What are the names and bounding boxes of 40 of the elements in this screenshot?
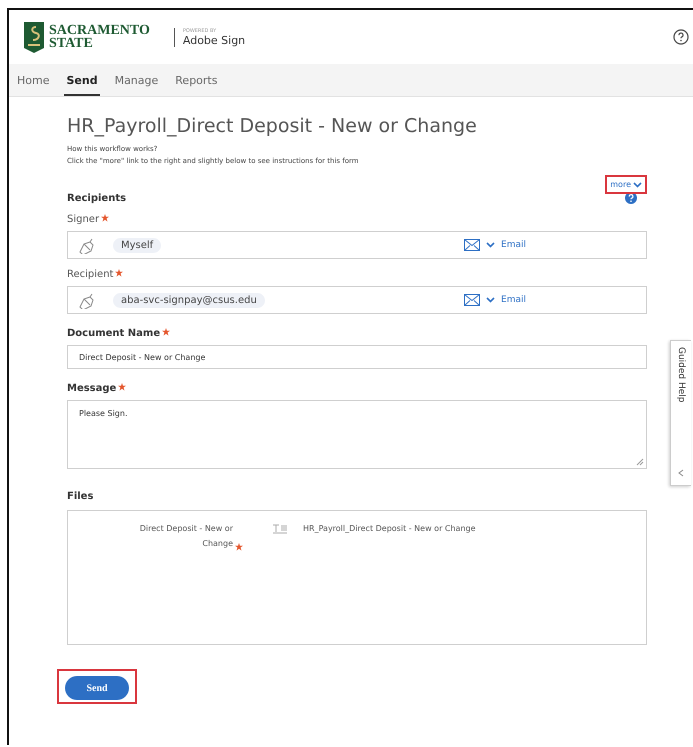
nav-tab[interactable]: Send bbox=[64, 64, 100, 96]
file-label: Direct Deposit - New or Change bbox=[138, 523, 233, 550]
form-title: HR_Payroll_Direct Deposit - New or Change bbox=[67, 115, 478, 137]
logo-text: STATE bbox=[49, 37, 94, 50]
field-label: Recipient bbox=[67, 269, 114, 280]
guided-help-tab[interactable]: Guided Help bbox=[670, 340, 691, 486]
chevron-down-icon bbox=[633, 182, 642, 188]
recipient-chip: Myself bbox=[113, 238, 162, 252]
field-label: Message bbox=[67, 383, 116, 394]
pen-icon bbox=[78, 236, 95, 254]
section-heading: Files bbox=[67, 491, 94, 502]
recipient-chip: aba-svc-signpay@csus.edu bbox=[113, 292, 265, 308]
document-icon bbox=[273, 524, 287, 534]
envelope-icon bbox=[464, 239, 480, 251]
chevron-left-icon bbox=[678, 469, 684, 477]
help-icon bbox=[625, 192, 637, 204]
recipient-field[interactable]: aba-svc-signpay@csus.edu Email bbox=[67, 286, 647, 314]
section-heading: Recipients bbox=[67, 192, 126, 204]
delivery-method[interactable]: Email bbox=[501, 240, 526, 250]
logo-text: SACRAMENTO bbox=[49, 24, 150, 37]
file-name: HR_Payroll_Direct Deposit - New or Change bbox=[303, 523, 476, 535]
help-icon[interactable] bbox=[673, 29, 689, 45]
shield-logo-icon bbox=[23, 20, 45, 54]
field-label: Document Name bbox=[67, 328, 160, 339]
chevron-down-icon bbox=[486, 297, 496, 303]
message-field[interactable]: Please Sign. bbox=[67, 400, 647, 469]
recipient-field[interactable]: Myself Email bbox=[67, 231, 647, 259]
delivery-method[interactable]: Email bbox=[501, 295, 526, 305]
nav-tab[interactable]: Reports bbox=[173, 64, 220, 96]
chevron-down-icon bbox=[486, 242, 496, 248]
product-name: Adobe Sign bbox=[182, 34, 246, 46]
field-label: Signer bbox=[67, 214, 100, 225]
document-name-field[interactable]: Direct Deposit - New or Change bbox=[67, 345, 647, 369]
pen-icon bbox=[78, 292, 95, 308]
more-link[interactable]: more bbox=[607, 177, 645, 192]
send-button[interactable]: Send bbox=[65, 676, 129, 700]
envelope-icon bbox=[464, 294, 480, 306]
nav-tab[interactable]: Manage bbox=[112, 64, 160, 96]
resize-handle-icon bbox=[636, 458, 644, 466]
nav-tab[interactable]: Home bbox=[15, 64, 52, 96]
